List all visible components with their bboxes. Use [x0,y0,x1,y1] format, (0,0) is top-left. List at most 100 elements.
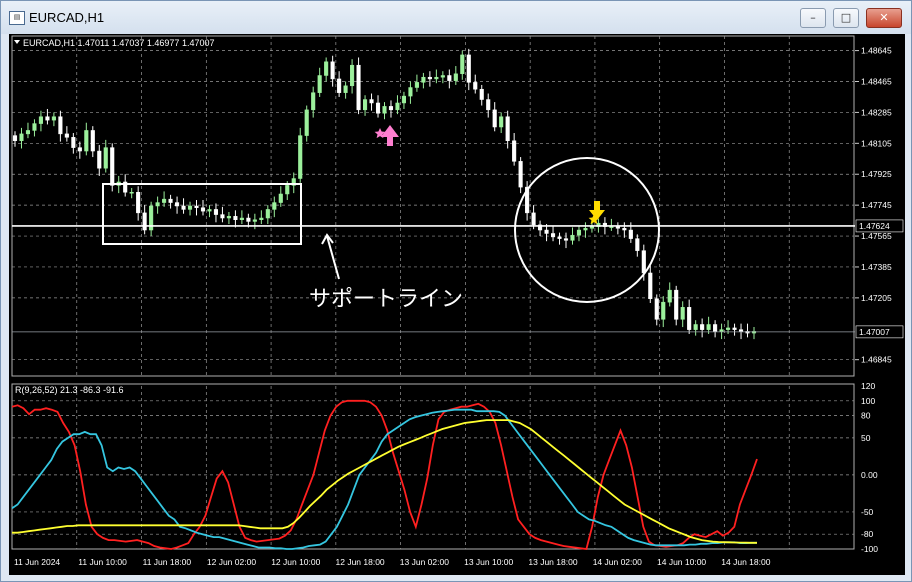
y-tick-label: 1.47385 [861,262,892,272]
candle-body [732,327,737,330]
candle-body [90,130,95,152]
candle-body [84,130,89,152]
candle-body [265,209,270,219]
candle-body [648,272,653,299]
candle-body [337,78,342,93]
osc-y-tick-label: 120 [861,381,875,391]
candle-body [226,216,231,219]
candle-body [220,214,225,219]
candle-body [479,88,484,100]
y-tick-label: 1.48285 [861,107,892,117]
candle-body [414,82,419,88]
candle-body [622,228,627,231]
main-info-label: EURCAD,H1 1.47011 1.47037 1.46977 1.4700… [23,38,214,48]
chart-area[interactable]: 1.47624 1.47007 1.48645 1.48465 1.48285 1.48… [9,34,905,575]
candle-body [369,99,374,104]
candle-body [563,238,569,241]
candle-body [168,198,173,203]
candle-body [531,212,536,226]
candle-body [615,226,620,229]
candle-body [187,205,193,210]
osc-y-tick-label: 100 [861,396,875,406]
y-tick-label: 1.47205 [861,293,892,303]
candle-body [239,217,244,220]
minimize-button[interactable]: – [800,8,826,28]
osc-frame [11,383,855,550]
x-tick-label: 13 Jun 02:00 [400,557,449,567]
candle-body [641,250,646,274]
x-tick-label: 14 Jun 10:00 [657,557,706,567]
candle-body [136,192,141,214]
candle-body [311,92,316,111]
candle-body [680,307,685,320]
maximize-button[interactable]: □ [833,8,859,28]
candle-body [25,130,31,135]
candle-body [713,324,718,332]
x-tick-label: 12 Jun 18:00 [336,557,385,567]
x-tick-label: 12 Jun 10:00 [271,557,320,567]
candle-body [382,106,387,114]
sell-arrow-icon [589,201,605,220]
candle-body [388,106,394,111]
candle-body [246,217,251,222]
chart-window: ▤ EURCAD,H1 – □ ✕ 1.47624 1.47007 1.48645… [0,0,912,582]
osc-y-tick-label: -100 [861,544,878,554]
candle-body [421,76,426,83]
oscillator-info-label: R(9,26,52) 21.3 -86.3 -91.6 [15,385,124,395]
y-tick-label: 1.47925 [861,169,892,179]
y-tick-label: 1.46845 [861,355,892,365]
candle-body [200,207,206,212]
candle-body [661,301,666,320]
x-tick-label: 11 Jun 18:00 [143,557,192,567]
candle-body [628,229,633,239]
candle-body [103,147,108,169]
candle-body [45,116,50,121]
candle-body [544,229,549,234]
oscillator-series-line [11,408,757,550]
price-label: 1.47624 [859,221,890,231]
candle-body [317,75,322,93]
candle-body [298,135,303,179]
candle-body [38,116,43,124]
candle-body [609,226,614,228]
candle-body [726,327,731,330]
candle-body [175,202,180,207]
candle-body [259,217,264,220]
candle-body [499,116,504,128]
candle-body [589,226,594,229]
candle-body [557,236,562,239]
candle-body [654,298,659,320]
candle-body [375,102,381,114]
candle-body [576,229,582,236]
osc-y-tick-label: 0.00 [861,470,878,480]
candle-body [278,193,283,203]
candle-body [440,75,445,78]
y-tick-label: 1.48105 [861,138,892,148]
candle-body [486,99,491,111]
candle-body [700,324,705,330]
chart-canvas[interactable]: 1.47624 1.47007 1.48645 1.48465 1.48285 1.48… [9,34,905,575]
y-tick-label: 1.48465 [861,77,892,87]
x-tick-label: 14 Jun 02:00 [593,557,642,567]
candle-body [395,102,400,111]
candle-body [583,228,588,231]
title-bar[interactable]: ▤ EURCAD,H1 – □ ✕ [1,1,911,34]
x-tick-label: 13 Jun 10:00 [464,557,513,567]
candle-body [64,133,69,138]
candle-body [447,75,452,81]
candle-body [343,85,348,93]
candle-body [155,202,160,207]
candle-body [505,116,510,141]
candle-body [434,76,439,80]
osc-y-tick-label: 80 [861,411,871,421]
candle-body [550,233,556,238]
close-button[interactable]: ✕ [866,8,902,28]
candle-body [706,324,711,330]
candle-body [518,161,523,188]
candle-body [77,147,82,152]
y-tick-label: 1.48645 [861,46,892,56]
candle-body [356,64,361,111]
chart-icon: ▤ [9,11,25,25]
candle-body [401,95,406,104]
candle-body [142,212,147,231]
